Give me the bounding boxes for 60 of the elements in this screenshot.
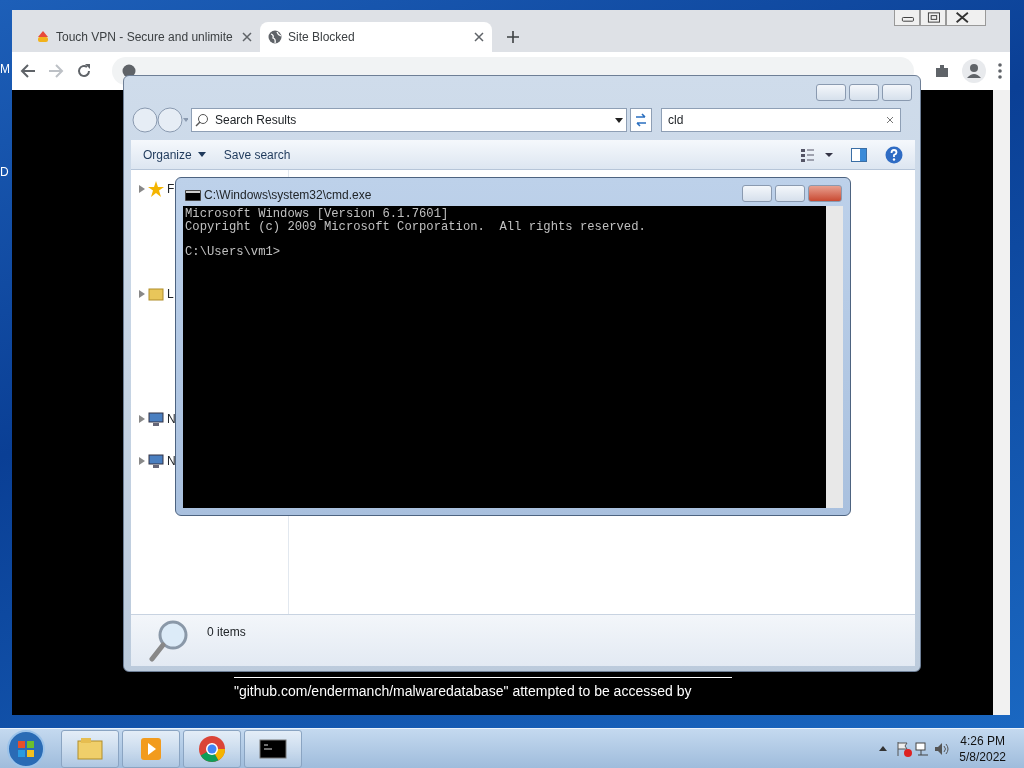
vpn-icon <box>36 30 50 44</box>
status-text: 0 items <box>207 624 246 641</box>
blocked-message: "github.com/endermanch/malwaredatabase" attempted to be accessed by <box>234 677 732 702</box>
help-icon[interactable] <box>885 145 903 164</box>
start-button-icon[interactable] <box>6 728 46 768</box>
computer-icon <box>148 411 164 427</box>
desktop-icon-label[interactable]: D <box>0 163 9 181</box>
close-icon[interactable] <box>946 10 986 26</box>
close-button[interactable] <box>882 84 912 101</box>
back-arrow-icon[interactable] <box>20 63 36 79</box>
desktop-icon-label[interactable]: M <box>0 60 10 78</box>
profile-icon[interactable] <box>962 59 986 83</box>
expand-arrow-icon[interactable] <box>139 415 145 423</box>
dropdown-icon[interactable] <box>615 117 623 123</box>
expand-arrow-icon[interactable] <box>139 457 145 465</box>
expand-arrow-icon[interactable] <box>139 290 145 298</box>
action-center-flag-icon[interactable] <box>896 740 913 757</box>
window-title: C:\Windows\system32\cmd.exe <box>204 187 372 204</box>
back-button-icon[interactable] <box>132 107 188 133</box>
maximize-button[interactable] <box>775 185 805 202</box>
nav-item-label[interactable]: F <box>167 180 175 198</box>
minimize-button[interactable] <box>742 185 772 202</box>
chrome-icon[interactable] <box>198 734 226 763</box>
maximize-icon[interactable] <box>920 10 946 26</box>
browser-tab[interactable]: Touch VPN - Secure and unlimite <box>28 22 260 52</box>
search-field[interactable]: cld <box>661 108 901 132</box>
preview-pane-icon[interactable] <box>851 147 867 162</box>
scrollbar[interactable] <box>826 206 843 508</box>
nav-item-label[interactable]: L <box>167 285 174 303</box>
tab-title: Site Blocked <box>288 29 356 46</box>
new-tab-icon[interactable] <box>506 30 520 44</box>
view-options-icon[interactable] <box>801 147 833 162</box>
toolbar-button[interactable]: Save search <box>223 145 291 164</box>
show-hidden-icons-icon[interactable] <box>879 746 888 751</box>
folder-icon <box>148 286 164 302</box>
toolbar-button[interactable]: Organize <box>143 145 206 164</box>
magnifier-icon <box>149 618 189 663</box>
search-icon <box>195 113 209 127</box>
clock-date[interactable]: 5/8/2022 <box>959 748 1006 765</box>
expand-arrow-icon[interactable] <box>139 185 145 193</box>
nav-item-label[interactable]: N <box>167 410 176 428</box>
clock-time[interactable]: 4:26 PM <box>959 732 1006 749</box>
minimize-icon[interactable] <box>894 10 920 26</box>
minimize-button[interactable] <box>816 84 846 101</box>
console-icon <box>185 189 201 201</box>
browser-tab[interactable]: Site Blocked <box>260 22 492 52</box>
refresh-icon[interactable] <box>630 108 652 132</box>
star-icon <box>148 181 164 197</box>
close-icon[interactable] <box>474 32 484 42</box>
scrollbar[interactable] <box>993 90 1010 715</box>
maximize-button[interactable] <box>849 84 879 101</box>
nav-item-label[interactable]: N <box>167 452 176 470</box>
more-menu-icon[interactable] <box>998 63 1002 79</box>
console-line: C:\Users\vm1> <box>185 245 281 258</box>
tab-title: Touch VPN - Secure and unlimite <box>56 29 234 46</box>
computer-icon <box>148 453 164 469</box>
console-line: Copyright (c) 2009 Microsoft Corporation. All rights reserved. <box>185 220 646 233</box>
console-line: Microsoft Windows [Version 6.1.7601] <box>185 208 449 221</box>
clear-icon[interactable] <box>886 116 894 124</box>
reload-icon[interactable] <box>76 63 92 79</box>
